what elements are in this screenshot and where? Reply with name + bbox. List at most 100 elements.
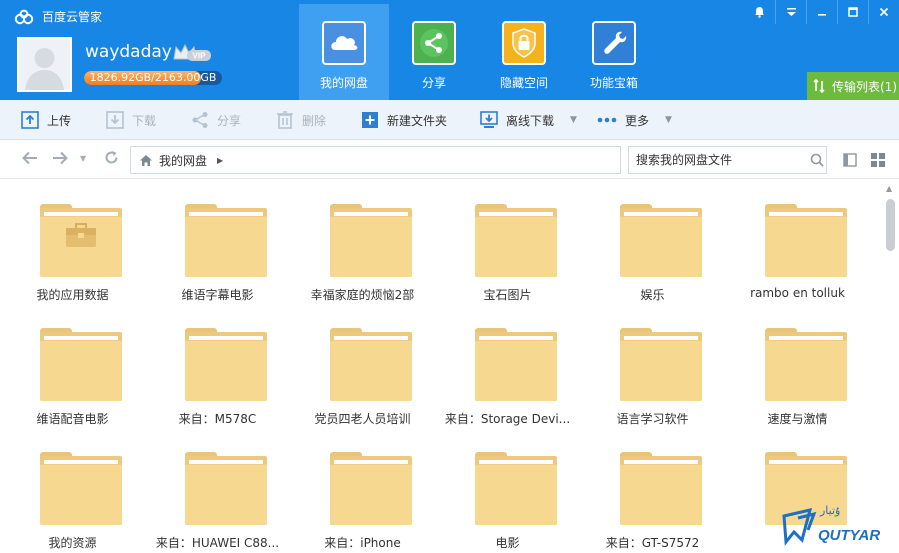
folder-item[interactable]: 维语字幕电影: [145, 180, 290, 304]
list-view-icon[interactable]: [843, 153, 857, 167]
folder-icon: [185, 328, 267, 401]
folder-item[interactable]: 幸福家庭的烦恼2部: [290, 180, 435, 304]
transfer-list-button[interactable]: 传输列表(1): [807, 72, 899, 100]
menu-icon[interactable]: [775, 0, 806, 24]
folder-item[interactable]: 速度与激情: [725, 304, 870, 428]
share-label: 分享: [217, 113, 242, 128]
folder-icon: [765, 328, 847, 401]
offline-download-label: 离线下载: [506, 113, 555, 128]
folder-item[interactable]: 我的应用数据: [0, 180, 145, 304]
chevron-down-icon[interactable]: ▼: [570, 115, 577, 125]
folder-name: 语言学习软件: [616, 412, 689, 426]
toolbar: 上传 下载 分享 删除 新建文件夹 离线下载 ▼ 更多 ▼: [0, 100, 899, 140]
transfer-icon: [813, 79, 825, 93]
offline-download-button[interactable]: 离线下载 ▼: [480, 100, 577, 140]
avatar[interactable]: [17, 37, 72, 92]
crown-icon: VIP: [173, 43, 211, 61]
delete-button[interactable]: 删除: [276, 100, 326, 140]
quota-bar: 1826.92GB/2163.00GB: [84, 71, 222, 85]
folder-item[interactable]: 来自：M578C: [145, 304, 290, 428]
folder-icon: [475, 452, 557, 525]
tab-toolbox[interactable]: 功能宝箱: [569, 4, 659, 100]
refresh-icon[interactable]: [104, 150, 119, 169]
folder-item[interactable]: 娱乐: [580, 180, 725, 304]
folder-item[interactable]: 来自：GT-S7572: [580, 428, 725, 552]
folder-item[interactable]: 我的资源: [0, 428, 145, 552]
vip-label: VIP: [193, 52, 207, 61]
search-icon[interactable]: [810, 153, 824, 167]
folder-name: 来自：GT-S7572: [605, 536, 700, 550]
folder-item[interactable]: 来自：HUAWEI C88...: [145, 428, 290, 552]
chevron-down-icon[interactable]: ▼: [665, 115, 672, 125]
share-button[interactable]: 分享: [191, 100, 241, 140]
new-folder-label: 新建文件夹: [387, 113, 448, 128]
tab-hidden-space[interactable]: 隐藏空间: [479, 4, 569, 100]
tab-share[interactable]: 分享: [389, 4, 479, 100]
folder-icon: [330, 452, 412, 525]
folder-icon: [40, 452, 122, 525]
minimize-icon[interactable]: [806, 0, 837, 24]
breadcrumb-root[interactable]: 我的网盘: [159, 152, 207, 169]
download-icon: [106, 111, 124, 129]
scroll-up-icon[interactable]: ▲: [886, 184, 892, 193]
close-icon[interactable]: [868, 0, 899, 24]
folder-name: 电影: [495, 536, 520, 550]
folder-name: 来自：Storage Devi...: [444, 412, 571, 426]
folder-item[interactable]: rambo en tolluk: [725, 180, 870, 304]
tab-my-netdisk[interactable]: 我的网盘: [299, 4, 389, 100]
new-folder-button[interactable]: 新建文件夹: [361, 100, 447, 140]
header: 百度云管家 waydaday VIP 1826.92GB/2163.00GB 我…: [0, 0, 899, 100]
folder-icon: [40, 328, 122, 401]
folder-item[interactable]: 来自：iPhone: [290, 428, 435, 552]
share-small-icon: [192, 112, 208, 128]
folder-item[interactable]: 来自：Storage Devi...: [435, 304, 580, 428]
folder-item[interactable]: 维语配音电影: [0, 304, 145, 428]
search-input[interactable]: [636, 153, 796, 167]
notification-icon[interactable]: [744, 0, 775, 24]
forward-arrow-icon[interactable]: [52, 150, 68, 169]
tab-label: 隐藏空间: [499, 76, 548, 90]
folder-item[interactable]: 宝石图片: [435, 180, 580, 304]
upload-button[interactable]: 上传: [21, 100, 71, 140]
wrench-icon: [592, 21, 636, 65]
folder-icon: [330, 328, 412, 401]
folder-item[interactable]: 党员四老人员培训: [290, 304, 435, 428]
cloud-logo-icon: [14, 9, 34, 24]
app-logo: 百度云管家: [14, 8, 102, 25]
folder-item[interactable]: 电影: [435, 428, 580, 552]
folder-icon: [765, 204, 847, 277]
file-grid: 我的应用数据 维语字幕电影 幸福家庭的烦恼2部 宝石图片 娱乐 rambo en toll…: [0, 180, 882, 553]
more-button[interactable]: 更多 ▼: [597, 100, 672, 140]
folder-name: 我的应用数据: [36, 288, 109, 302]
folder-icon: [185, 204, 267, 277]
transfer-label: 传输列表(1): [832, 79, 897, 94]
tab-label: 功能宝箱: [589, 76, 638, 90]
grid-view-icon[interactable]: [871, 153, 885, 167]
folder-name: 娱乐: [640, 288, 665, 302]
history-dropdown-icon[interactable]: ▼: [80, 154, 86, 163]
app-folder-icon: [40, 204, 122, 277]
tab-label: 分享: [421, 76, 446, 90]
folder-item[interactable]: 语言学习软件: [580, 304, 725, 428]
quota-text: 1826.92GB/2163.00GB: [89, 71, 217, 84]
offline-download-icon: [480, 111, 498, 128]
watermark-text: QUTYAR: [818, 527, 880, 544]
new-folder-icon: [362, 112, 378, 128]
search-box: [628, 146, 827, 174]
more-dots-icon: [597, 117, 617, 123]
breadcrumb-chevron-icon[interactable]: ▶: [217, 156, 223, 165]
vip-badge[interactable]: VIP: [172, 43, 212, 66]
address-bar: ▼ 我的网盘 ▶: [0, 141, 899, 179]
scroll-thumb[interactable]: [886, 199, 895, 251]
folder-name: 来自：HUAWEI C88...: [155, 536, 280, 550]
download-button[interactable]: 下载: [106, 100, 156, 140]
folder-icon: [620, 452, 702, 525]
back-arrow-icon[interactable]: [22, 150, 38, 169]
home-icon[interactable]: [139, 154, 153, 167]
maximize-icon[interactable]: [837, 0, 868, 24]
username[interactable]: waydaday: [85, 42, 172, 62]
upload-label: 上传: [47, 113, 72, 128]
folder-name: 党员四老人员培训: [314, 412, 411, 426]
trash-icon: [277, 111, 293, 129]
folder-name: rambo en tolluk: [750, 286, 845, 300]
